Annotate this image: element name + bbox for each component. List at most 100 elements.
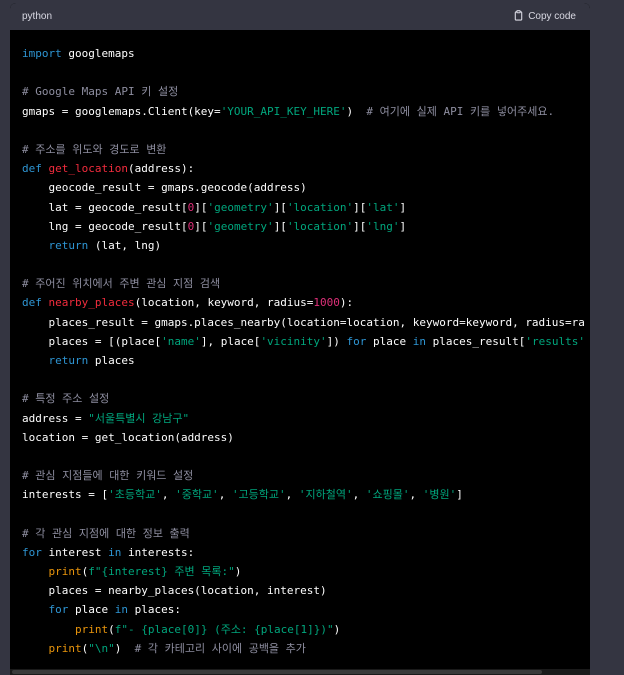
code-line: interests = ['초등학교', '중학교', '고등학교', '지하철… <box>22 485 590 504</box>
code-token: place <box>68 603 115 617</box>
code-token: # 각 카테고리 사이에 공백을 추가 <box>134 641 306 655</box>
code-line: def get_location(address): <box>22 159 590 178</box>
code-token: ) <box>234 565 242 579</box>
code-token: (location, keyword, radius= <box>134 296 314 310</box>
code-line: # 관심 지점들에 대한 키워드 설정 <box>22 466 590 485</box>
clipboard-icon <box>513 9 524 24</box>
code-token: place <box>366 334 413 348</box>
copy-code-button[interactable]: Copy code <box>513 9 576 24</box>
code-token: 'lng' <box>366 219 400 233</box>
code-token: def <box>22 296 42 310</box>
code-token: address = <box>22 411 89 425</box>
code-line: location = get_location(address) <box>22 428 590 447</box>
code-line: for place in places: <box>22 600 590 619</box>
code-token: "서울특별시 강남구" <box>88 411 190 425</box>
code-token: 'results' <box>525 334 585 348</box>
code-line: return places <box>22 351 590 370</box>
code-token: return <box>48 238 89 252</box>
code-line: # 주어진 위치에서 주변 관심 지점 검색 <box>22 274 590 293</box>
code-token: , <box>161 488 176 502</box>
code-token: import <box>22 47 62 60</box>
code-token: # 여기에 실제 API 키를 넣어주세요. <box>366 104 555 118</box>
code-token: ][ <box>273 219 287 233</box>
code-token: for <box>346 334 367 348</box>
code-token: ][ <box>194 200 208 214</box>
code-token: in <box>412 334 427 348</box>
code-token: in <box>108 545 122 559</box>
code-token: # 주어진 위치에서 주변 관심 지점 검색 <box>22 277 221 291</box>
code-token: for <box>22 545 42 559</box>
code-token: # 각 관심 지점에 대한 정보 출력 <box>22 526 190 540</box>
code-token: # 관심 지점들에 대한 키워드 설정 <box>22 469 194 483</box>
code-token: ): <box>339 296 354 310</box>
code-line: print("\n") # 각 카테고리 사이에 공백을 추가 <box>22 639 590 658</box>
code-token: '초등학교' <box>108 488 162 502</box>
code-token: location = get_location(address) <box>22 430 234 444</box>
horizontal-scrollbar[interactable] <box>10 669 590 675</box>
scrollbar-thumb[interactable] <box>12 670 542 674</box>
code-token: ) <box>333 622 341 636</box>
code-token: places_result[ <box>426 334 526 348</box>
code-line: import googlemaps <box>22 44 590 63</box>
code-token: 1000 <box>313 296 340 310</box>
code-block: python Copy code import googlemaps # Goo… <box>10 3 590 675</box>
code-token: (address): <box>127 162 195 176</box>
code-token: ] <box>456 488 463 502</box>
code-line: lng = geocode_result[0]['geometry']['loc… <box>22 217 590 236</box>
code-token: "\n" <box>88 641 115 655</box>
code-token: ] <box>399 219 407 233</box>
code-line: print(f"- {place[0]} (주소: {place[1]})") <box>22 620 590 639</box>
code-token: ]) <box>326 334 347 348</box>
code-token: ) <box>114 641 135 655</box>
code-token: , <box>409 488 423 502</box>
code-line: return (lat, lng) <box>22 236 590 255</box>
code-token: gmaps = googlemaps.Client(key= <box>22 104 221 118</box>
code-token: interests = [ <box>22 488 109 502</box>
code-token: '고등학교' <box>231 488 286 502</box>
code-line: # 특정 주소 설정 <box>22 389 590 408</box>
code-line: places = nearby_places(location, interes… <box>22 581 590 600</box>
code-token: for <box>48 603 69 617</box>
code-token: # Google Maps API 키 설정 <box>22 85 179 99</box>
page-background <box>590 0 624 675</box>
language-label: python <box>22 11 53 22</box>
code-token: def <box>22 162 42 176</box>
code-token: 'YOUR_API_KEY_HERE' <box>220 104 347 118</box>
copy-code-label: Copy code <box>528 11 576 22</box>
code-token: 'geometry' <box>207 219 274 233</box>
code-token: 'location' <box>286 219 354 233</box>
code-token: places = nearby_places(location, interes… <box>22 584 327 598</box>
code-token: , <box>352 488 366 502</box>
code-line: lat = geocode_result[0]['geometry']['loc… <box>22 198 590 217</box>
code-token: ][ <box>194 219 208 233</box>
code-token: # 주소를 위도와 경도로 변환 <box>22 142 167 156</box>
code-token: ][ <box>273 200 287 214</box>
code-token: in <box>114 603 128 617</box>
code-token: # 특정 주소 설정 <box>22 392 110 406</box>
code-header: python Copy code <box>10 3 590 30</box>
code-line: places = [(place['name'], place['vicinit… <box>22 332 590 351</box>
code-token: googlemaps <box>61 47 135 60</box>
code-token: places = [(place[ <box>22 334 162 348</box>
code-content[interactable]: import googlemaps # Google Maps API 키 설정… <box>10 30 590 658</box>
code-token: nearby_places <box>48 296 135 310</box>
code-token: 'location' <box>286 200 354 214</box>
code-token: f"- {place[0]} (주소: {place[1]})" <box>114 622 334 636</box>
code-line: # Google Maps API 키 설정 <box>22 82 590 101</box>
code-line: places_result = gmaps.places_nearby(loca… <box>22 313 590 332</box>
code-token: get_location <box>48 162 128 176</box>
code-token: '쇼핑몰' <box>365 488 410 502</box>
code-token: ] <box>399 200 407 214</box>
